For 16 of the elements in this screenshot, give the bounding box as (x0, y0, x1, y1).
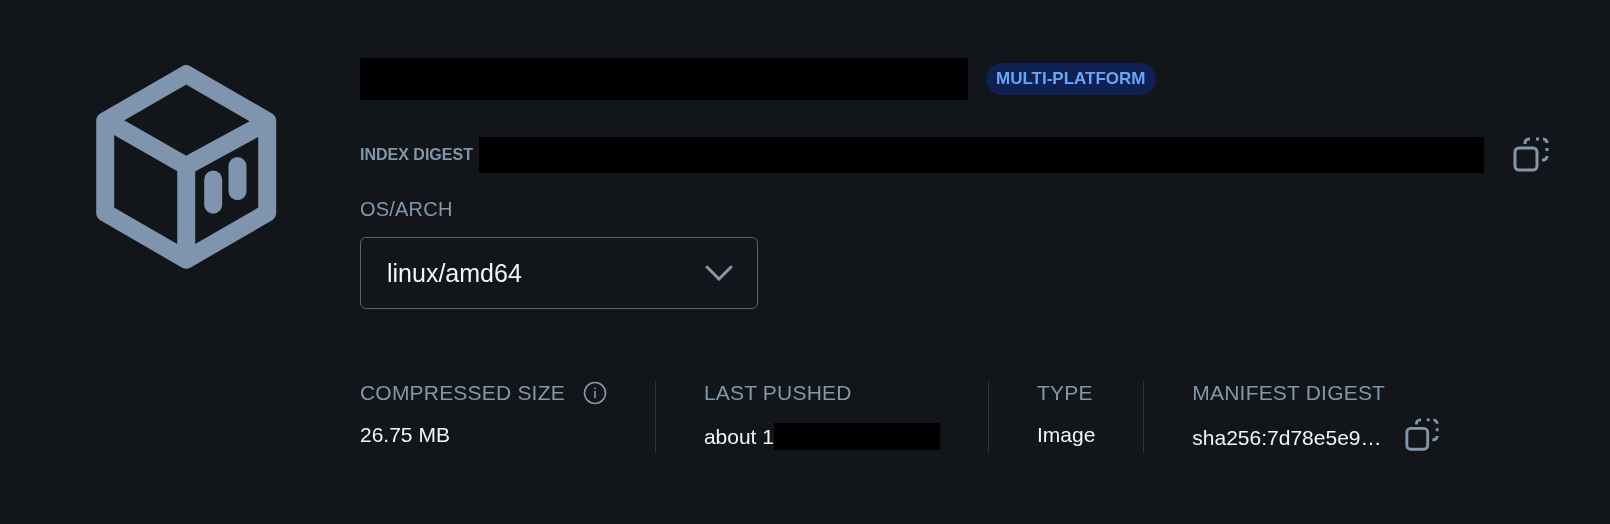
os-arch-label: OS/ARCH (360, 198, 454, 221)
copy-icon[interactable] (1512, 136, 1550, 174)
stat-value: Image (1036, 423, 1096, 447)
stat-value: about 1 (703, 424, 774, 449)
stat-label: COMPRESSED SIZE (360, 381, 565, 405)
stat-label: TYPE (1036, 381, 1093, 405)
stat-value: 26.75 MB (360, 423, 450, 447)
info-icon[interactable] (582, 381, 607, 405)
stat-value: sha256:7d78e5e9… (1192, 426, 1382, 450)
stat-label: MANIFEST DIGEST (1192, 381, 1386, 405)
os-arch-select[interactable]: linux/amd64 (360, 237, 758, 309)
copy-icon[interactable] (1403, 417, 1440, 453)
index-digest-label: INDEX DIGEST (360, 146, 473, 164)
chevron-down-icon (705, 265, 733, 281)
multi-platform-badge: MULTI-PLATFORM (986, 63, 1156, 95)
stat-label: LAST PUSHED (703, 381, 852, 405)
